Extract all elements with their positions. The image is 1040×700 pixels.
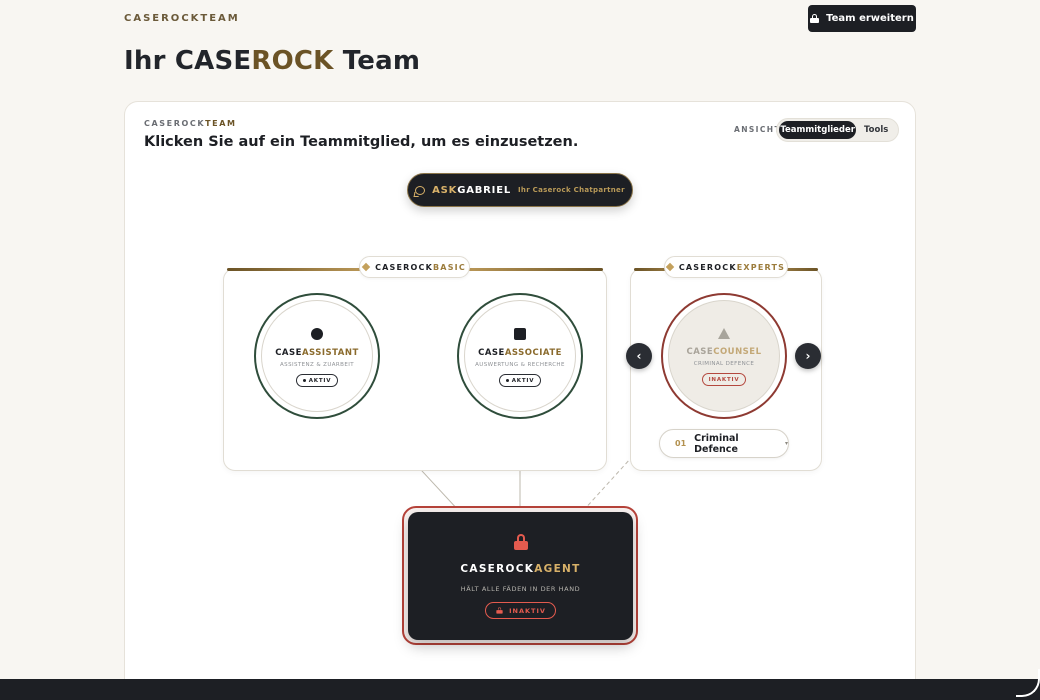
status-label: INAKTIV [708, 376, 740, 383]
ask-name-accent: ASK [432, 184, 458, 196]
agent-name-accent: AGENT [534, 563, 581, 575]
group-basic-title: CASEROCKBASIC [375, 263, 466, 272]
member-case-counsel-inner: CASECOUNSEL CRIMINAL DEFENCE INAKTIV [668, 300, 780, 412]
member-subtitle: ASSISTENZ & ZUARBEIT [280, 362, 354, 368]
member-name-accent: ASSOCIATE [504, 348, 562, 358]
group-label-basic: CASEROCKBASIC [359, 256, 470, 278]
specialty-number: 01 [675, 439, 687, 448]
ask-gabriel-tagline: Ihr Caserock Chatpartner [518, 186, 625, 194]
status-label: INAKTIV [509, 606, 546, 615]
chevron-left-icon: ‹ [636, 349, 642, 363]
group-experts-title: CASEROCKEXPERTS [679, 263, 785, 272]
status-label: AKTIV [308, 377, 332, 384]
ask-gabriel-button[interactable]: ASKGABRIEL Ihr Caserock Chatpartner [407, 173, 633, 207]
member-name-prefix: CASE [275, 348, 302, 358]
status-badge: AKTIV [498, 374, 542, 387]
agent-subtitle: HÄLT ALLE FÄDEN IN DER HAND [460, 585, 581, 593]
member-name-accent: COUNSEL [713, 347, 762, 357]
member-case-counsel[interactable]: CASECOUNSEL CRIMINAL DEFENCE INAKTIV [661, 293, 787, 419]
specialty-select[interactable]: 01 Criminal Defence ▾ [659, 429, 789, 458]
member-case-assistant[interactable]: CASEASSISTANT ASSISTENZ & ZUARBEIT AKTIV [254, 293, 380, 419]
status-badge: AKTIV [295, 374, 339, 387]
ask-gabriel-name: ASKGABRIEL [432, 185, 511, 196]
chevron-right-icon: › [805, 349, 811, 363]
member-name-prefix: CASE [478, 348, 505, 358]
member-name-prefix: CASE [686, 347, 714, 357]
diamond-icon [361, 262, 371, 272]
member-subtitle: CRIMINAL DEFENCE [693, 361, 755, 367]
agent-name-prefix: CASEROCK [460, 563, 535, 575]
member-name: CASEASSISTANT [275, 348, 359, 358]
group-experts-accent: EXPERTS [736, 262, 786, 272]
chat-bubble-icon [415, 185, 426, 195]
member-case-associate-inner: CASEASSOCIATE AUSWERTUNG & RECHERCHE AKT… [464, 300, 576, 412]
diamond-icon [665, 262, 675, 272]
status-dot-icon [302, 379, 306, 382]
group-experts-prefix: CASEROCK [678, 262, 737, 272]
group-basic-accent: BASIC [433, 262, 466, 272]
group-label-experts: CASEROCKEXPERTS [664, 256, 788, 278]
member-name-accent: ASSISTANT [301, 348, 359, 358]
status-badge: INAKTIV [485, 602, 556, 619]
lock-icon [496, 607, 503, 614]
specialty-label: Criminal Defence [694, 432, 739, 455]
triangle-icon [718, 328, 730, 339]
square-icon [514, 328, 526, 340]
member-name: CASECOUNSEL [686, 347, 761, 357]
member-case-assistant-inner: CASEASSISTANT ASSISTENZ & ZUARBEIT AKTIV [261, 300, 373, 412]
carousel-prev-button[interactable]: ‹ [626, 343, 652, 369]
circle-icon [311, 328, 323, 340]
member-subtitle: AUSWERTUNG & RECHERCHE [475, 362, 565, 368]
footer-bar [0, 679, 1040, 700]
status-label: AKTIV [511, 377, 535, 384]
agent-name: CASEROCKAGENT [460, 563, 580, 575]
member-case-associate[interactable]: CASEASSOCIATE AUSWERTUNG & RECHERCHE AKT… [457, 293, 583, 419]
status-badge: INAKTIV [701, 373, 747, 386]
member-name: CASEASSOCIATE [478, 348, 562, 358]
carousel-next-button[interactable]: › [795, 343, 821, 369]
caserock-agent-card[interactable]: CASEROCKAGENT HÄLT ALLE FÄDEN IN DER HAN… [408, 512, 633, 640]
lock-icon [513, 534, 528, 550]
group-basic-prefix: CASEROCK [375, 262, 433, 272]
ask-name-rest: GABRIEL [457, 184, 511, 196]
status-dot-icon [505, 379, 509, 382]
chevron-down-icon: ▾ [784, 440, 788, 447]
